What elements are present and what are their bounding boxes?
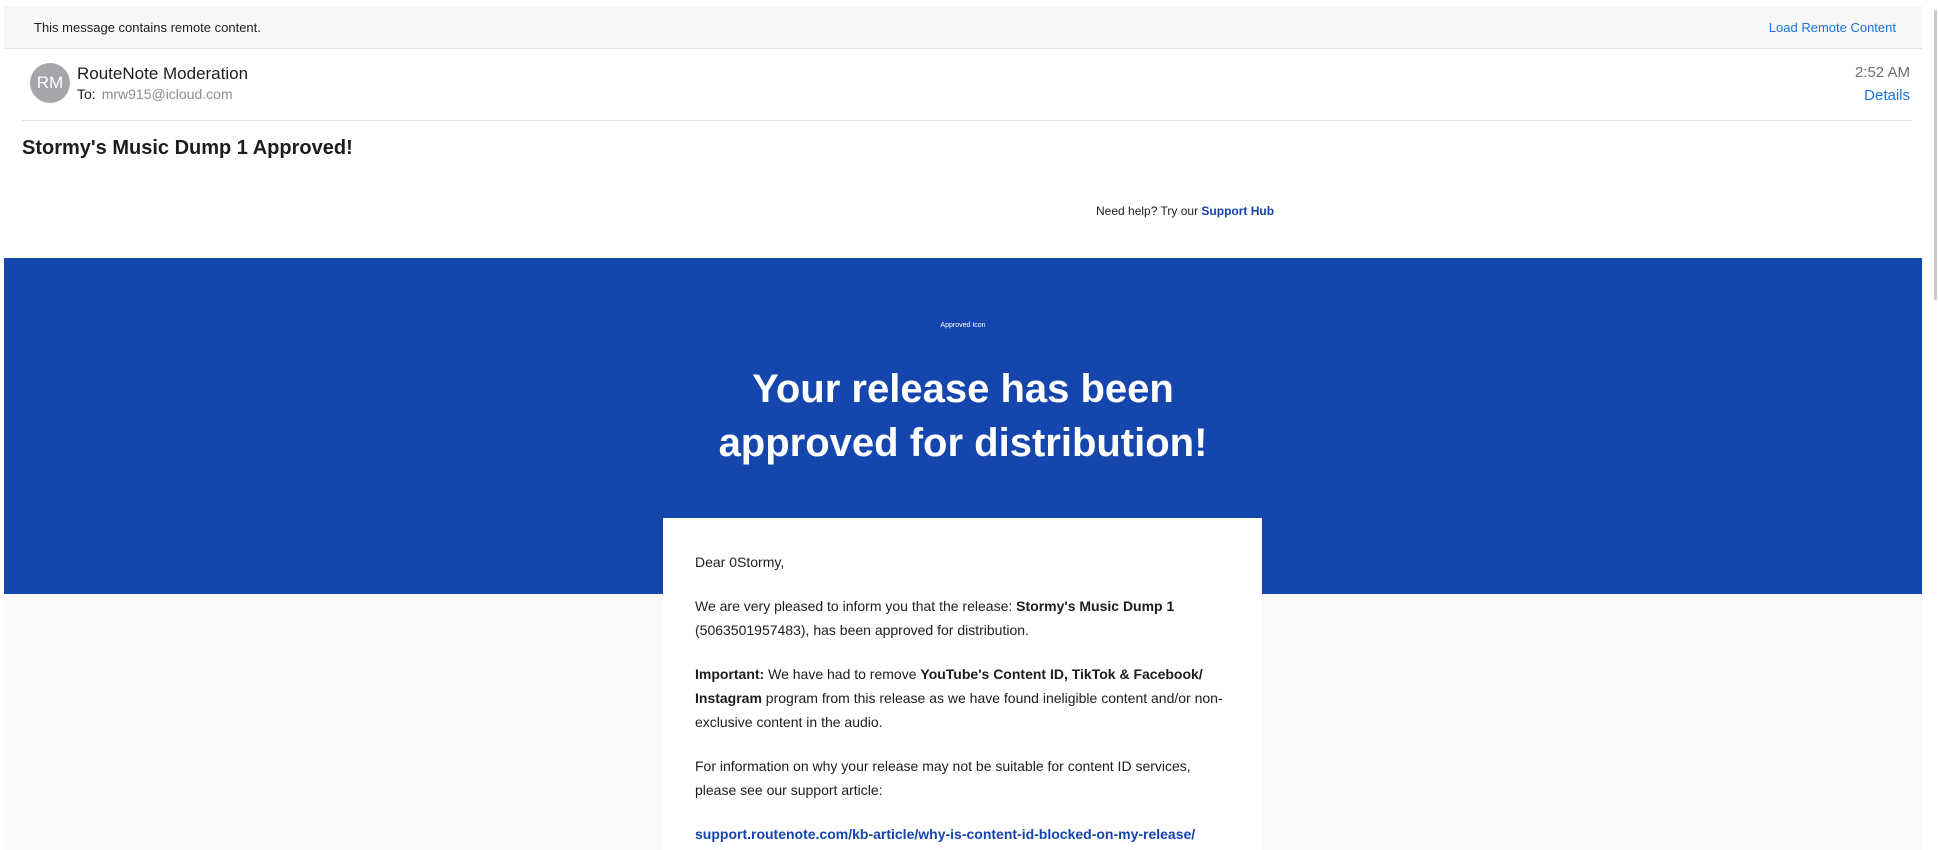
info-paragraph: For information on why your release may … <box>695 758 1191 798</box>
important-text: We have had to remove <box>764 666 921 682</box>
remote-content-message: This message contains remote content. <box>34 20 261 35</box>
hero-title: Your release has been approved for distr… <box>718 367 1208 465</box>
recipient-line: To: mrw915@icloud.com <box>77 86 233 102</box>
scrollbar-thumb[interactable] <box>1934 10 1937 300</box>
recipient-address[interactable]: mrw915@icloud.com <box>102 86 233 102</box>
release-name: Stormy's Music Dump 1 <box>1016 598 1175 614</box>
load-remote-content-button[interactable]: Load Remote Content <box>1769 20 1896 35</box>
remote-content-banner: This message contains remote content. Lo… <box>4 6 1922 49</box>
approval-prefix: We are very pleased to inform you that t… <box>695 598 1017 614</box>
greeting: Dear 0Stormy, <box>695 554 785 570</box>
help-prefix: Need help? Try our <box>1096 204 1202 218</box>
approved-icon: Approved Icon <box>940 322 986 329</box>
approval-suffix: (5063501957483), has been approved for d… <box>695 622 1029 638</box>
avatar: RM <box>30 63 70 103</box>
approval-paragraph: We are very pleased to inform you that t… <box>695 594 1230 642</box>
important-label: Important: <box>695 666 765 682</box>
message-time: 2:52 AM <box>1854 64 1910 81</box>
message-card: Dear 0Stormy, We are very pleased to inf… <box>663 518 1262 850</box>
to-label: To: <box>77 86 96 102</box>
important-paragraph: Important: We have had to remove YouTube… <box>695 662 1230 734</box>
email-view: This message contains remote content. Lo… <box>4 6 1922 850</box>
important-suffix: program from this release as we have fou… <box>695 690 1223 730</box>
support-article-link[interactable]: support.routenote.com/kb-article/why-is-… <box>695 822 1230 846</box>
header-divider <box>22 120 1912 121</box>
support-hub-link[interactable]: Support Hub <box>1201 204 1274 218</box>
message-subject: Stormy's Music Dump 1 Approved! <box>22 137 353 159</box>
sender-name[interactable]: RouteNote Moderation <box>77 64 248 84</box>
support-help-line: Need help? Try our Support Hub <box>1096 204 1274 218</box>
message-header: RM RouteNote Moderation To: mrw915@icloud… <box>4 49 1922 121</box>
details-button[interactable]: Details <box>1864 87 1910 104</box>
